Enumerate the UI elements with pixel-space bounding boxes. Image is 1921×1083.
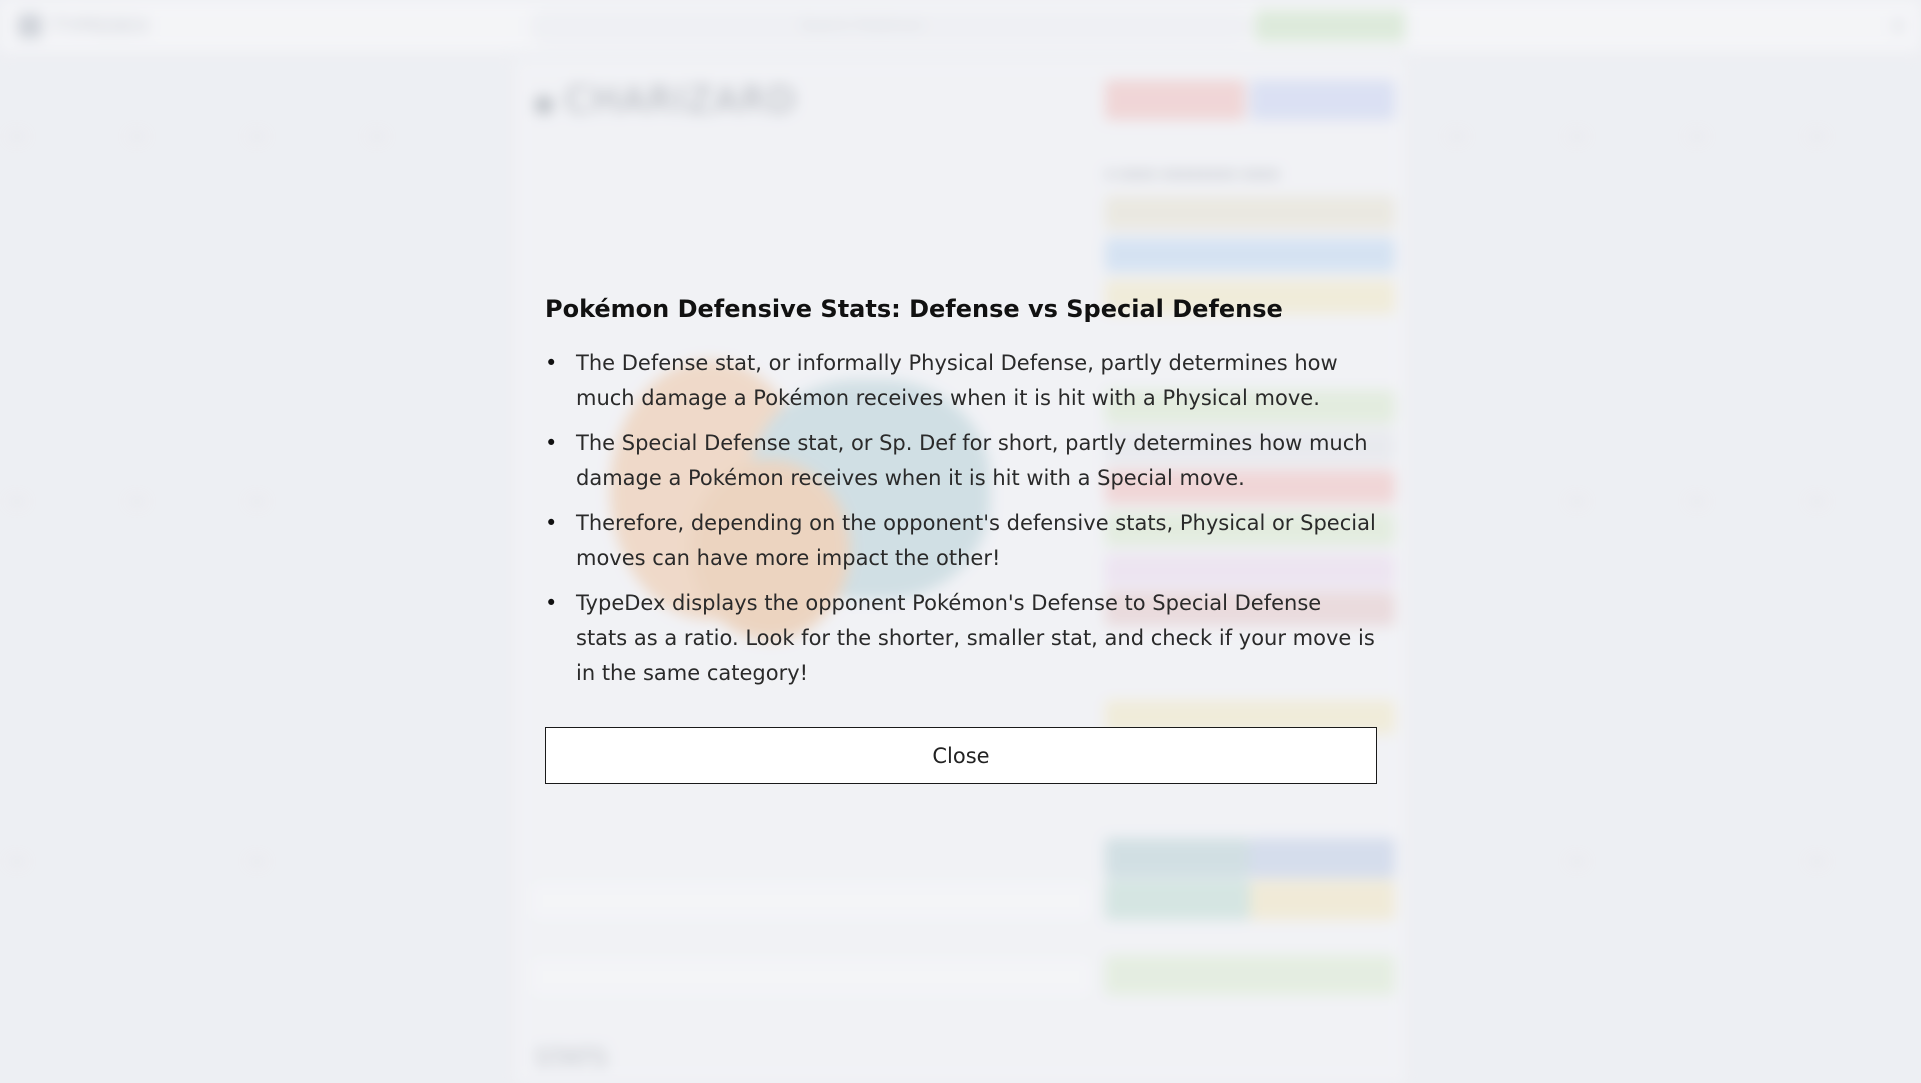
bullet-icon: •	[545, 511, 558, 535]
list-item-text: Therefore, depending on the opponent's d…	[576, 511, 1376, 570]
dialog-title: Pokémon Defensive Stats: Defense vs Spec…	[545, 295, 1283, 323]
list-item: • The Defense stat, or informally Physic…	[545, 346, 1377, 416]
list-item-text: The Defense stat, or informally Physical…	[576, 351, 1338, 410]
info-list: • The Defense stat, or informally Physic…	[545, 346, 1377, 691]
list-item: • The Special Defense stat, or Sp. Def f…	[545, 426, 1377, 496]
bullet-icon: •	[545, 591, 558, 615]
defensive-stats-dialog: Pokémon Defensive Stats: Defense vs Spec…	[545, 292, 1377, 784]
bullet-icon: •	[545, 351, 558, 375]
list-item-text: The Special Defense stat, or Sp. Def for…	[576, 431, 1368, 490]
list-item: • Therefore, depending on the opponent's…	[545, 506, 1377, 576]
close-button[interactable]: Close	[545, 727, 1377, 784]
bullet-icon: •	[545, 431, 558, 455]
list-item-text: TypeDex displays the opponent Pokémon's …	[576, 591, 1375, 685]
list-item: • TypeDex displays the opponent Pokémon'…	[545, 586, 1377, 691]
